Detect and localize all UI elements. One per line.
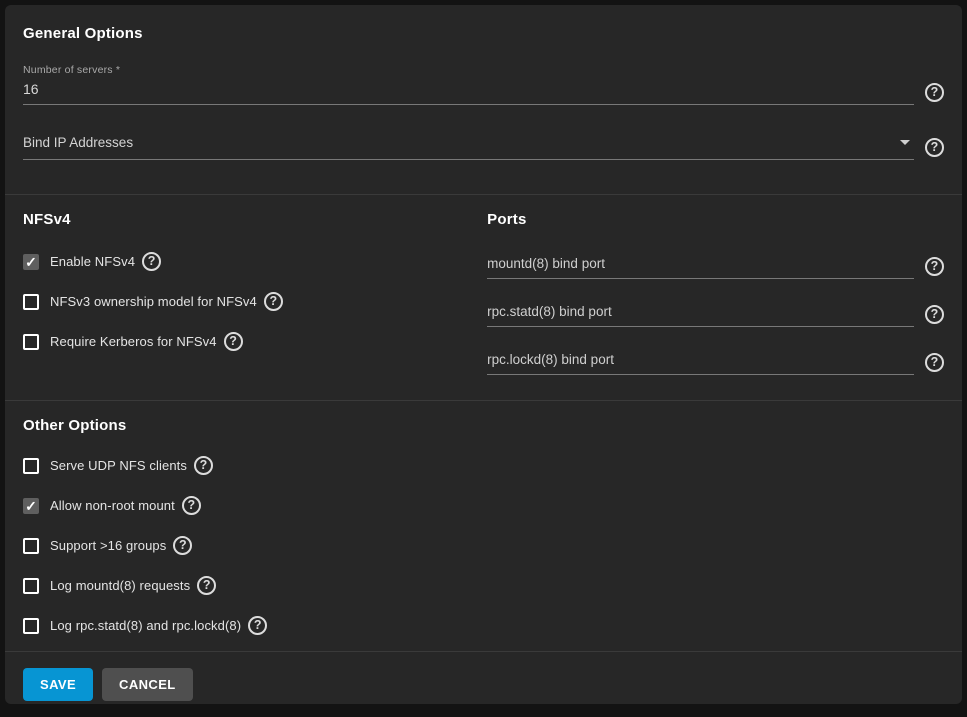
checkbox-enable-nfsv4[interactable]: ✓ xyxy=(23,254,39,270)
cancel-button[interactable]: CANCEL xyxy=(102,668,193,701)
help-icon[interactable]: ? xyxy=(142,252,161,271)
bind-ip-addresses-placeholder: Bind IP Addresses xyxy=(23,135,133,150)
number-of-servers-row: Number of servers * ? xyxy=(23,64,944,105)
other-options-title: Other Options xyxy=(23,417,944,434)
chevron-down-icon xyxy=(900,140,910,145)
section-ports: Ports ? ? ? xyxy=(469,195,962,400)
help-icon[interactable]: ? xyxy=(173,536,192,555)
checkbox-row-require-kerberos[interactable]: ✓ Require Kerberos for NFSv4 ? xyxy=(23,332,243,351)
section-nfsv4: NFSv4 ✓ Enable NFSv4 ? ✓ NFSv3 ownership… xyxy=(5,195,469,400)
rpc-statd-bind-port-row: ? xyxy=(487,304,944,327)
number-of-servers-input[interactable] xyxy=(23,81,914,105)
bind-ip-addresses-row: Bind IP Addresses ? xyxy=(23,135,944,160)
help-icon[interactable]: ? xyxy=(925,353,944,372)
check-icon: ✓ xyxy=(25,255,37,269)
checkbox-support-16-groups[interactable]: ✓ xyxy=(23,538,39,554)
checkbox-row-allow-nonroot[interactable]: ✓ Allow non-root mount ? xyxy=(23,496,201,515)
rpc-statd-bind-port-input[interactable] xyxy=(487,304,914,327)
checkbox-nfsv3-ownership[interactable]: ✓ xyxy=(23,294,39,310)
section-other-options: Other Options ✓ Serve UDP NFS clients ? … xyxy=(5,401,962,651)
help-icon[interactable]: ? xyxy=(925,305,944,324)
mountd-bind-port-input[interactable] xyxy=(487,256,914,279)
checkbox-row-nfsv3-ownership[interactable]: ✓ NFSv3 ownership model for NFSv4 ? xyxy=(23,292,283,311)
help-icon[interactable]: ? xyxy=(224,332,243,351)
checkbox-row-support-16-groups[interactable]: ✓ Support >16 groups ? xyxy=(23,536,192,555)
help-icon[interactable]: ? xyxy=(264,292,283,311)
rpc-lockd-bind-port-input[interactable] xyxy=(487,352,914,375)
number-of-servers-label: Number of servers * xyxy=(23,64,914,76)
help-icon[interactable]: ? xyxy=(925,83,944,102)
checkbox-require-kerberos[interactable]: ✓ xyxy=(23,334,39,350)
help-icon[interactable]: ? xyxy=(182,496,201,515)
checkbox-row-log-statd-lockd[interactable]: ✓ Log rpc.statd(8) and rpc.lockd(8) ? xyxy=(23,616,267,635)
bind-ip-addresses-select[interactable]: Bind IP Addresses xyxy=(23,135,914,160)
save-button[interactable]: SAVE xyxy=(23,668,93,701)
actions-area: SAVE CANCEL xyxy=(5,651,962,717)
checkbox-log-mountd[interactable]: ✓ xyxy=(23,578,39,594)
checkbox-row-serve-udp[interactable]: ✓ Serve UDP NFS clients ? xyxy=(23,456,213,475)
help-icon[interactable]: ? xyxy=(197,576,216,595)
ports-title: Ports xyxy=(487,211,944,228)
section-general-options: General Options Number of servers * ? Bi… xyxy=(5,5,962,194)
nfsv4-title: NFSv4 xyxy=(23,211,469,228)
help-icon[interactable]: ? xyxy=(194,456,213,475)
rpc-lockd-bind-port-row: ? xyxy=(487,352,944,375)
checkbox-row-enable-nfsv4[interactable]: ✓ Enable NFSv4 ? xyxy=(23,252,161,271)
checkbox-serve-udp[interactable]: ✓ xyxy=(23,458,39,474)
mountd-bind-port-row: ? xyxy=(487,256,944,279)
nfs-settings-card: General Options Number of servers * ? Bi… xyxy=(5,5,962,704)
checkbox-allow-nonroot[interactable]: ✓ xyxy=(23,498,39,514)
general-options-title: General Options xyxy=(23,25,944,42)
check-icon: ✓ xyxy=(25,499,37,513)
help-icon[interactable]: ? xyxy=(925,257,944,276)
checkbox-row-log-mountd[interactable]: ✓ Log mountd(8) requests ? xyxy=(23,576,216,595)
help-icon[interactable]: ? xyxy=(248,616,267,635)
help-icon[interactable]: ? xyxy=(925,138,944,157)
checkbox-log-statd-lockd[interactable]: ✓ xyxy=(23,618,39,634)
